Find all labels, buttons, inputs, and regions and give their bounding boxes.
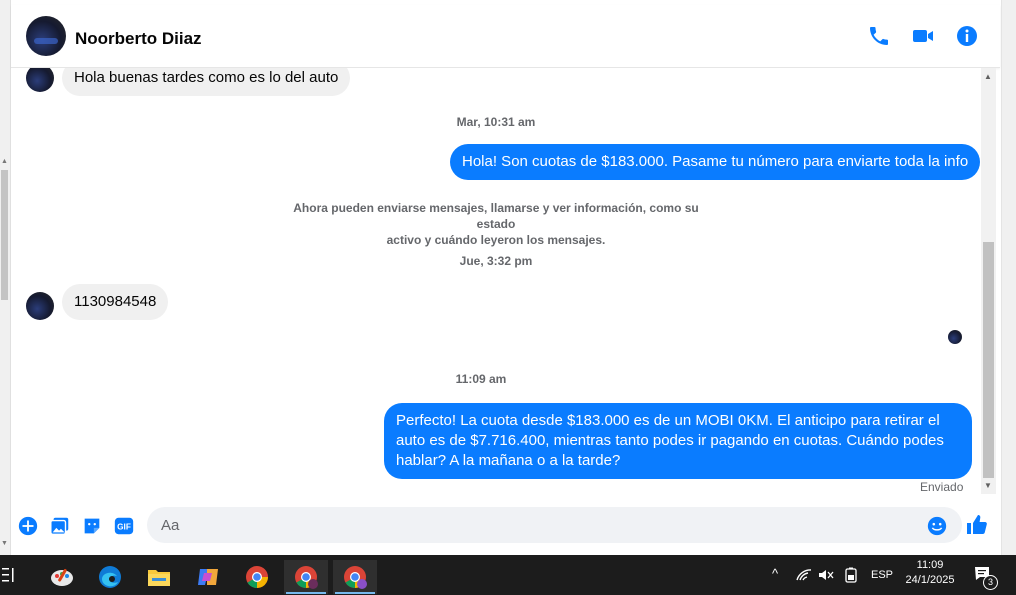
taskbar-app-paint[interactable] xyxy=(40,560,84,594)
wifi-icon[interactable] xyxy=(796,568,812,582)
video-call-icon[interactable] xyxy=(911,24,935,48)
taskbar-app-explorer[interactable] xyxy=(137,560,181,594)
chat-header: Noorberto Diiaz xyxy=(11,5,1000,68)
chrome-profile-icon xyxy=(295,566,318,589)
folder-icon xyxy=(148,570,170,586)
scroll-up-arrow-icon[interactable]: ▲ xyxy=(984,72,992,81)
scroll-up-arrow-icon[interactable]: ▲ xyxy=(1,158,8,165)
timestamp: Mar, 10:31 am xyxy=(456,115,536,129)
battery-icon[interactable] xyxy=(844,567,858,583)
contact-avatar-small[interactable] xyxy=(26,292,54,320)
taskbar-app-chrome-profile[interactable] xyxy=(284,560,328,594)
copilot-icon xyxy=(198,569,218,585)
clock[interactable]: 11:09 24/1/2025 xyxy=(900,559,960,586)
timestamp: 11:09 am xyxy=(455,372,507,386)
edge-browser-icon xyxy=(99,566,121,588)
paint-palette-icon xyxy=(51,568,73,586)
scroll-down-arrow-icon[interactable]: ▼ xyxy=(984,481,992,490)
language-indicator[interactable]: ESP xyxy=(871,569,893,581)
chrome-profile-icon xyxy=(344,566,367,589)
contact-avatar[interactable] xyxy=(26,16,66,56)
left-scrollbar-thumb[interactable] xyxy=(1,170,8,300)
outgoing-message[interactable]: Perfecto! La cuota desde $183.000 es de … xyxy=(384,403,972,479)
svg-text:GIF: GIF xyxy=(117,523,131,532)
like-thumbs-up-icon[interactable] xyxy=(965,513,989,537)
phone-icon[interactable] xyxy=(867,24,891,48)
system-notice-line: activo y cuándo leyeron los mensajes. xyxy=(386,233,606,247)
photo-icon[interactable] xyxy=(49,515,71,537)
info-icon[interactable] xyxy=(955,24,979,48)
system-notice: Ahora pueden enviarse mensajes, llamarse… xyxy=(276,200,716,248)
scroll-down-arrow-icon[interactable]: ▼ xyxy=(1,540,8,547)
taskbar-app-edge[interactable] xyxy=(88,560,132,594)
windows-taskbar: ^ ESP 11:09 24/1/2025 3 xyxy=(0,555,1016,595)
sticker-icon[interactable] xyxy=(81,515,103,537)
taskbar-app-chrome[interactable] xyxy=(235,560,279,594)
message-input[interactable] xyxy=(147,507,962,543)
message-status: Enviado xyxy=(920,480,964,494)
contact-avatar-small[interactable] xyxy=(26,68,54,92)
notification-count-badge: 3 xyxy=(983,575,998,590)
chrome-icon xyxy=(246,566,268,588)
emoji-icon[interactable] xyxy=(926,515,948,537)
seen-avatar xyxy=(948,330,962,344)
tray-chevron-up-icon[interactable]: ^ xyxy=(772,566,778,581)
contact-name[interactable]: Noorberto Diiaz xyxy=(75,29,202,49)
message-composer: GIF xyxy=(11,500,1000,550)
chat-scrollbar[interactable]: ▲ ▼ xyxy=(981,68,996,494)
taskbar-app-copilot[interactable] xyxy=(186,560,230,594)
taskbar-app-chrome-profile-2[interactable] xyxy=(333,560,377,594)
incoming-message[interactable]: 1130984548 xyxy=(62,284,169,320)
gif-icon[interactable]: GIF xyxy=(113,515,135,537)
timestamp: Jue, 3:32 pm xyxy=(459,254,533,268)
outgoing-message[interactable]: Hola! Son cuotas de $183.000. Pasame tu … xyxy=(450,144,981,180)
incoming-message[interactable]: Hola buenas tardes como es lo del auto xyxy=(62,68,351,96)
clock-time: 11:09 xyxy=(916,559,944,571)
plus-icon[interactable] xyxy=(17,515,39,537)
message-list[interactable]: Hola buenas tardes como es lo del auto M… xyxy=(11,68,981,500)
system-notice-line: Ahora pueden enviarse mensajes, llamarse… xyxy=(293,201,699,231)
left-window-edge: ▲ ▼ xyxy=(0,0,11,555)
speaker-muted-icon[interactable] xyxy=(818,568,834,582)
right-window-edge xyxy=(1001,0,1016,555)
chat-scrollbar-thumb[interactable] xyxy=(983,242,994,478)
clock-date: 24/1/2025 xyxy=(905,574,955,586)
task-view-icon[interactable] xyxy=(2,567,18,583)
